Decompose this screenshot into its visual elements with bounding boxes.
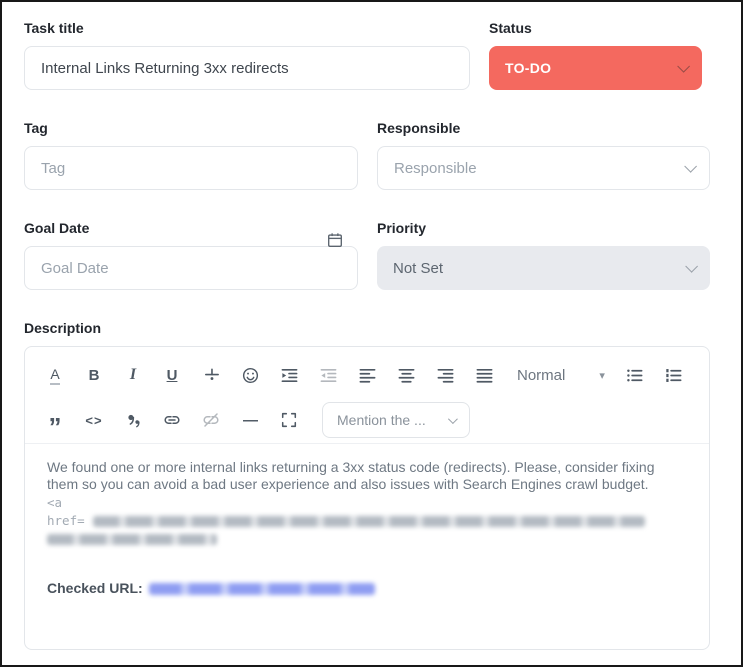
- redacted-url-blur: [92, 516, 645, 527]
- goal-date-label: Goal Date: [24, 220, 90, 236]
- unordered-list-icon: [627, 369, 643, 381]
- unlink-icon: [203, 413, 219, 427]
- responsible-group: Responsible Responsible: [377, 118, 710, 190]
- task-title-group: Task title: [24, 18, 470, 90]
- align-left-icon: [359, 368, 375, 383]
- task-title-label: Task title: [24, 20, 84, 36]
- paragraph-format-dropdown[interactable]: Normal ▾: [517, 367, 605, 384]
- editor-toolbar-row2: ” <> — Mention the ...: [25, 397, 709, 443]
- description-label: Description: [24, 320, 102, 336]
- ordered-list-button[interactable]: [662, 362, 686, 388]
- priority-value: Not Set: [393, 259, 444, 277]
- bold-icon: B: [88, 366, 100, 384]
- align-right-button[interactable]: [433, 362, 457, 388]
- unordered-list-button[interactable]: [623, 362, 647, 388]
- priority-group: Priority Not Set: [377, 218, 710, 290]
- strikethrough-icon: [204, 368, 219, 380]
- mention-label: Mention the ...: [337, 412, 426, 428]
- italic-button[interactable]: I: [121, 362, 145, 388]
- indent-button[interactable]: [277, 362, 301, 388]
- description-editor: A B I U Normal ▾ ” <> — Mention the ... …: [24, 346, 710, 650]
- priority-select[interactable]: Not Set: [377, 246, 710, 290]
- indent-icon: [281, 368, 297, 382]
- status-label: Status: [489, 20, 532, 36]
- align-justify-button[interactable]: [472, 362, 496, 388]
- align-center-button[interactable]: [394, 362, 418, 388]
- mention-dropdown[interactable]: Mention the ...: [322, 402, 470, 438]
- align-center-icon: [398, 368, 414, 383]
- chevron-down-icon: [447, 413, 458, 424]
- code-button[interactable]: <>: [82, 407, 106, 433]
- emoji-button[interactable]: [238, 362, 262, 388]
- row-date-priority: Goal Date Priority Not Set: [24, 218, 741, 290]
- special-characters-icon: [127, 414, 140, 427]
- code-line-href: href=: [47, 512, 687, 530]
- blockquote-icon: ”: [48, 412, 62, 442]
- description-group: Description A B I U Normal ▾ ” <> — Ment…: [24, 318, 710, 650]
- responsible-label: Responsible: [377, 120, 461, 136]
- unlink-button[interactable]: [199, 407, 223, 433]
- italic-icon: I: [129, 366, 137, 383]
- underline-button[interactable]: U: [160, 362, 184, 388]
- responsible-select[interactable]: Responsible: [377, 146, 710, 190]
- code-icon: <>: [85, 412, 103, 428]
- paragraph-format-value: Normal: [517, 366, 566, 384]
- status-value: TO-DO: [505, 60, 552, 76]
- calendar-icon[interactable]: [326, 231, 344, 249]
- responsible-placeholder: Responsible: [394, 159, 477, 177]
- code-line-open: <a: [47, 495, 63, 510]
- horizontal-rule-icon: —: [243, 411, 258, 429]
- font-color-button[interactable]: A: [43, 362, 67, 388]
- row-title-status: Task title Status TO-DO: [24, 18, 741, 90]
- goal-date-input[interactable]: [24, 246, 358, 290]
- outdent-icon: [320, 368, 336, 382]
- fullscreen-icon: [281, 412, 297, 428]
- ordered-list-icon: [666, 368, 682, 382]
- checked-url-link[interactable]: [143, 580, 375, 596]
- code-href-prefix: href=: [47, 513, 85, 528]
- link-icon: [164, 416, 180, 424]
- horizontal-rule-button[interactable]: —: [238, 407, 262, 433]
- checked-url-label: Checked URL:: [47, 580, 143, 596]
- description-code-block: <a href=: [47, 494, 687, 548]
- chevron-down-icon: [685, 259, 698, 273]
- blockquote-button[interactable]: ”: [43, 407, 67, 442]
- editor-content-area[interactable]: We found one or more internal links retu…: [25, 444, 709, 649]
- special-characters-button[interactable]: [121, 407, 145, 433]
- link-button[interactable]: [160, 407, 184, 433]
- task-form: Task title Status TO-DO Tag Responsible …: [2, 2, 741, 650]
- align-right-icon: [437, 368, 453, 383]
- code-line-end: [47, 530, 687, 548]
- align-left-button[interactable]: [355, 362, 379, 388]
- redacted-url-blur: [47, 534, 217, 545]
- bold-button[interactable]: B: [82, 362, 106, 388]
- goal-date-group: Goal Date: [24, 218, 358, 290]
- underline-icon: U: [166, 366, 178, 384]
- tag-input[interactable]: [24, 146, 358, 190]
- fullscreen-button[interactable]: [277, 407, 301, 433]
- align-justify-icon: [476, 368, 492, 383]
- priority-label: Priority: [377, 220, 427, 236]
- description-paragraph: We found one or more internal links retu…: [47, 459, 655, 492]
- status-group: Status TO-DO: [489, 18, 702, 90]
- tag-group: Tag: [24, 118, 358, 190]
- emoji-icon: [242, 367, 258, 383]
- checked-url-line: Checked URL:: [47, 580, 687, 596]
- tag-label: Tag: [24, 120, 48, 136]
- font-color-icon: A: [50, 366, 60, 385]
- chevron-down-icon: [684, 159, 697, 173]
- outdent-button[interactable]: [316, 362, 340, 388]
- caret-down-icon: ▾: [599, 369, 605, 382]
- redacted-link-blur: [148, 583, 375, 596]
- editor-toolbar-row1: A B I U Normal ▾: [25, 347, 709, 397]
- task-title-input[interactable]: [24, 46, 470, 90]
- row-tag-responsible: Tag Responsible Responsible: [24, 118, 741, 190]
- status-select[interactable]: TO-DO: [489, 46, 702, 90]
- strikethrough-button[interactable]: [199, 362, 223, 388]
- chevron-down-icon: [677, 59, 690, 73]
